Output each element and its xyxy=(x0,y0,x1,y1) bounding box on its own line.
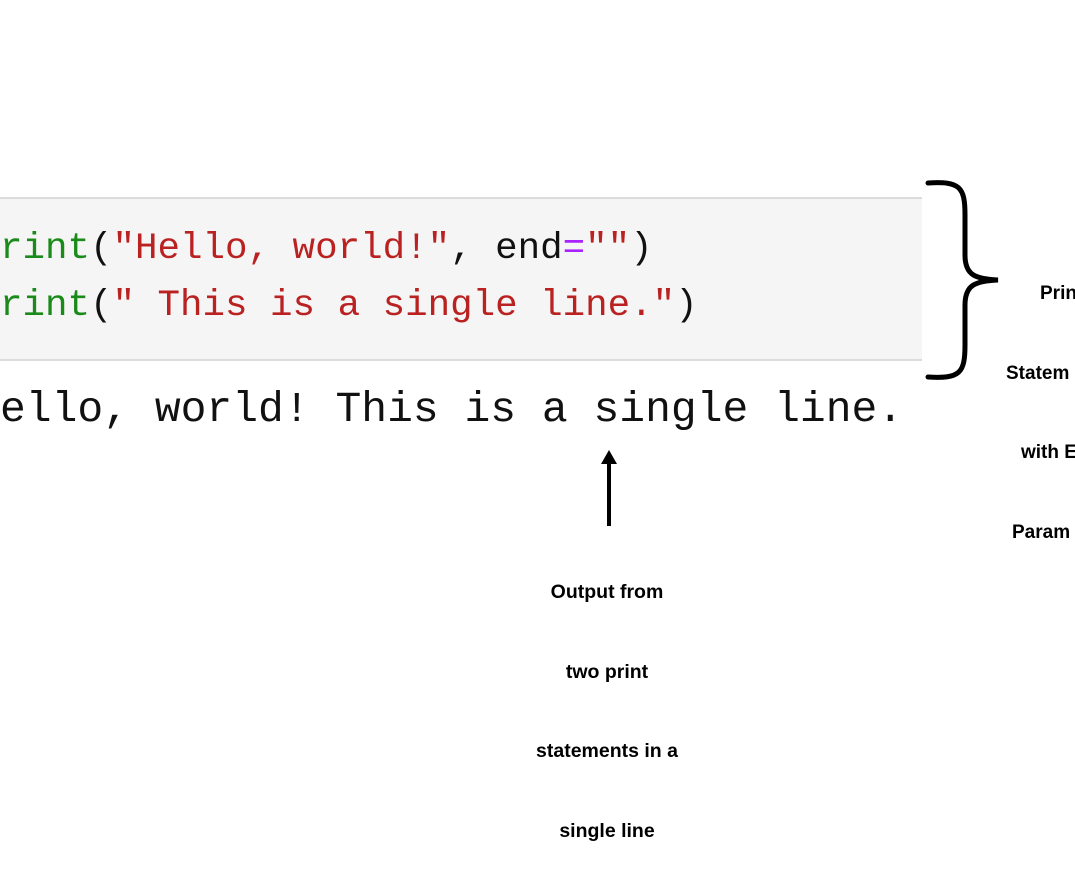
annotation-line: statements in a xyxy=(536,740,678,762)
annotation-line: Param xyxy=(1012,521,1071,543)
paren: ( xyxy=(90,228,113,270)
annotation-line: Output from xyxy=(550,581,664,603)
bottom-annotation: Output from two print statements in a si… xyxy=(507,526,707,871)
arrow-up-icon xyxy=(601,450,617,526)
annotation-line: with E xyxy=(1021,442,1075,463)
annotation-line: Statem xyxy=(1006,362,1070,384)
annotation-line: two print xyxy=(565,660,649,683)
paren: ( xyxy=(90,285,113,327)
paren: ) xyxy=(675,285,698,327)
cell-output: ello, world! This is a single line. xyxy=(0,385,904,434)
operator: = xyxy=(562,228,586,270)
string-literal: "Hello, world!" xyxy=(112,228,451,270)
function-name: rint xyxy=(0,285,91,327)
function-name: rint xyxy=(0,228,91,270)
string-literal: " This is a single line." xyxy=(112,285,676,327)
code-line-1: rint("Hello, world!", end="") xyxy=(0,228,653,270)
annotation-line: Prin xyxy=(1040,283,1075,304)
string-literal: "" xyxy=(585,228,631,270)
argument-separator: , end xyxy=(450,228,563,270)
curly-brace-icon xyxy=(925,180,999,380)
right-annotation: Prin Statem with E Param xyxy=(1000,228,1075,573)
code-cell[interactable]: rint("Hello, world!", end="") rint(" Thi… xyxy=(0,197,922,361)
annotation-line: single line xyxy=(559,819,655,842)
code-line-2: rint(" This is a single line.") xyxy=(0,285,698,327)
paren: ) xyxy=(630,228,653,270)
